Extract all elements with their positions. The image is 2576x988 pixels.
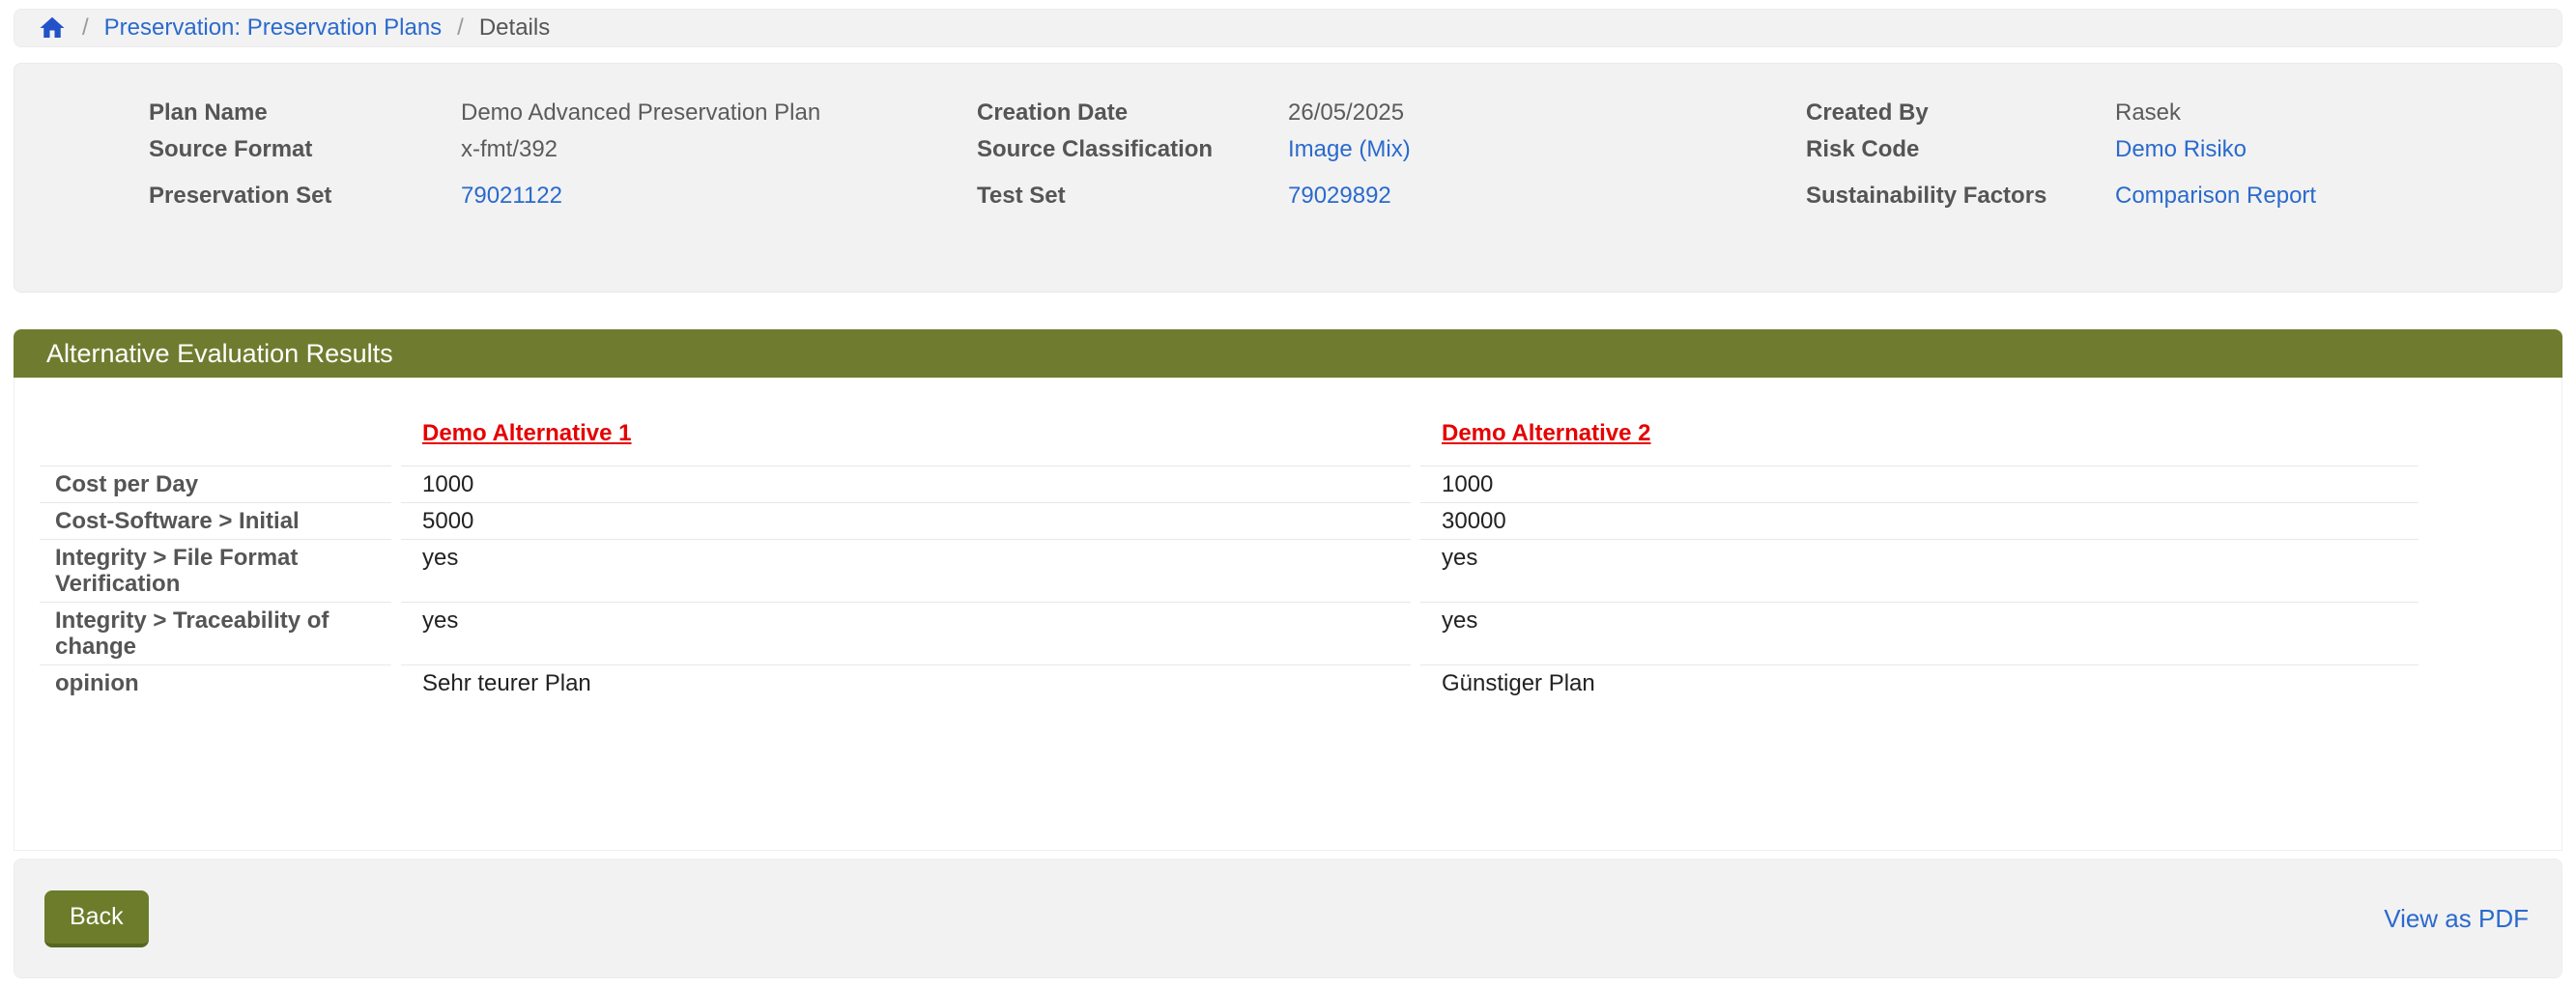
evaluation-table: Demo Alternative 1 Demo Alternative 2 Co… xyxy=(30,378,2428,701)
row-label: Cost-Software > Initial xyxy=(40,502,391,539)
field-value-created-by: Rasek xyxy=(2115,99,2562,127)
row-label: Integrity > File Format Verification xyxy=(40,539,391,602)
breadcrumb: / Preservation: Preservation Plans / Det… xyxy=(14,9,2562,47)
plan-details-panel: Plan Name Demo Advanced Preservation Pla… xyxy=(14,63,2562,293)
cell-value: 30000 xyxy=(1420,502,2419,539)
cell-value: yes xyxy=(401,539,1411,602)
breadcrumb-link-preservation-plans[interactable]: Preservation: Preservation Plans xyxy=(104,14,443,42)
page: / Preservation: Preservation Plans / Det… xyxy=(0,0,2576,987)
field-label-risk-code: Risk Code xyxy=(1806,135,2115,164)
row-label: Cost per Day xyxy=(40,466,391,502)
source-classification-link[interactable]: Image (Mix) xyxy=(1288,135,1806,164)
alternative-2-header: Demo Alternative 2 xyxy=(1420,378,2419,466)
alternative-1-link[interactable]: Demo Alternative 1 xyxy=(422,420,632,446)
cell-value: 1000 xyxy=(401,466,1411,502)
field-label-source-format: Source Format xyxy=(149,135,461,164)
row-label: opinion xyxy=(40,664,391,701)
field-label-source-classification: Source Classification xyxy=(977,135,1288,164)
back-button[interactable]: Back xyxy=(44,890,149,947)
alternative-2-link[interactable]: Demo Alternative 2 xyxy=(1442,420,1651,446)
field-label-test-set: Test Set xyxy=(977,182,1288,211)
field-label-created-by: Created By xyxy=(1806,99,2115,127)
cell-value: Günstiger Plan xyxy=(1420,664,2419,701)
breadcrumb-current-details: Details xyxy=(479,14,550,42)
field-label-preservation-set: Preservation Set xyxy=(149,182,461,211)
table-header-row: Demo Alternative 1 Demo Alternative 2 xyxy=(40,378,2419,466)
details-row: Plan Name Demo Advanced Preservation Pla… xyxy=(149,99,2562,135)
breadcrumb-home-link[interactable] xyxy=(38,14,67,42)
section-header-alternative-evaluation-results: Alternative Evaluation Results xyxy=(14,329,2562,378)
details-row: Preservation Set 79021122 Test Set 79029… xyxy=(149,182,2562,218)
comparison-report-link[interactable]: Comparison Report xyxy=(2115,182,2562,211)
test-set-link[interactable]: 79029892 xyxy=(1288,182,1806,211)
cell-value: yes xyxy=(1420,602,2419,664)
evaluation-results-body: Demo Alternative 1 Demo Alternative 2 Co… xyxy=(14,378,2562,851)
home-icon xyxy=(38,14,67,42)
table-row-cost-per-day: Cost per Day 1000 1000 xyxy=(40,466,2419,502)
alternative-evaluation-section: Alternative Evaluation Results Demo Alte… xyxy=(14,329,2562,851)
row-label: Integrity > Traceability of change xyxy=(40,602,391,664)
alternative-1-header: Demo Alternative 1 xyxy=(401,378,1411,466)
table-corner-cell xyxy=(40,378,391,466)
field-label-plan-name: Plan Name xyxy=(149,99,461,127)
view-as-pdf-link[interactable]: View as PDF xyxy=(2384,904,2529,934)
cell-value: yes xyxy=(1420,539,2419,602)
table-row-integrity-traceability-of-change: Integrity > Traceability of change yes y… xyxy=(40,602,2419,664)
field-value-creation-date: 26/05/2025 xyxy=(1288,99,1806,127)
field-value-source-format: x-fmt/392 xyxy=(461,135,977,164)
field-value-plan-name: Demo Advanced Preservation Plan xyxy=(461,99,977,127)
details-row: Source Format x-fmt/392 Source Classific… xyxy=(149,135,2562,172)
cell-value: 1000 xyxy=(1420,466,2419,502)
breadcrumb-separator: / xyxy=(82,14,89,42)
bottom-action-bar: Back View as PDF xyxy=(14,859,2562,978)
preservation-set-link[interactable]: 79021122 xyxy=(461,182,977,211)
breadcrumb-separator: / xyxy=(457,14,464,42)
table-row-opinion: opinion Sehr teurer Plan Günstiger Plan xyxy=(40,664,2419,701)
table-row-cost-software-initial: Cost-Software > Initial 5000 30000 xyxy=(40,502,2419,539)
table-row-integrity-file-format-verification: Integrity > File Format Verification yes… xyxy=(40,539,2419,602)
cell-value: 5000 xyxy=(401,502,1411,539)
risk-code-link[interactable]: Demo Risiko xyxy=(2115,135,2562,164)
cell-value: yes xyxy=(401,602,1411,664)
cell-value: Sehr teurer Plan xyxy=(401,664,1411,701)
field-label-creation-date: Creation Date xyxy=(977,99,1288,127)
field-label-sustainability-factors: Sustainability Factors xyxy=(1806,182,2115,211)
